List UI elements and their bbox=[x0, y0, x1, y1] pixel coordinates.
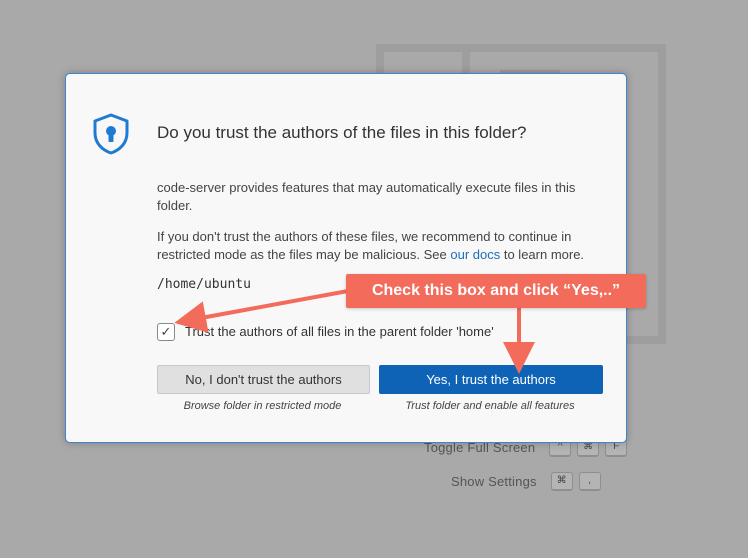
key-cap: ⌘ bbox=[550, 472, 573, 491]
dialog-message-features: code-server provides features that may a… bbox=[157, 180, 576, 213]
message-text: to learn more. bbox=[500, 247, 585, 262]
dialog-message-restricted: If you don't trust the authors of these … bbox=[157, 228, 612, 264]
key-cap: , bbox=[578, 472, 601, 491]
shortcut-show-settings: Show Settings ⌘ , bbox=[451, 472, 601, 491]
workspace-trust-dialog: Do you trust the authors of the files in… bbox=[65, 73, 627, 443]
dont-trust-caption: Browse folder in restricted mode bbox=[183, 400, 342, 412]
shortcut-label: Show Settings bbox=[451, 474, 537, 489]
dialog-title: Do you trust the authors of the files in… bbox=[157, 123, 527, 142]
trust-button[interactable]: Yes, I trust the authors bbox=[379, 365, 603, 394]
annotation-callout: Check this box and click “Yes,..” bbox=[346, 274, 646, 308]
checkmark-icon: ✓ bbox=[160, 324, 172, 339]
folder-path: /home/ubuntu bbox=[157, 277, 251, 292]
trust-parent-label[interactable]: Trust the authors of all files in the pa… bbox=[185, 324, 494, 339]
shield-lock-icon bbox=[93, 113, 129, 155]
docs-link[interactable]: our docs bbox=[450, 247, 500, 262]
trust-parent-checkbox[interactable]: ✓ bbox=[157, 323, 175, 341]
trust-caption: Trust folder and enable all features bbox=[405, 400, 575, 412]
dont-trust-button[interactable]: No, I don't trust the authors bbox=[157, 365, 370, 394]
